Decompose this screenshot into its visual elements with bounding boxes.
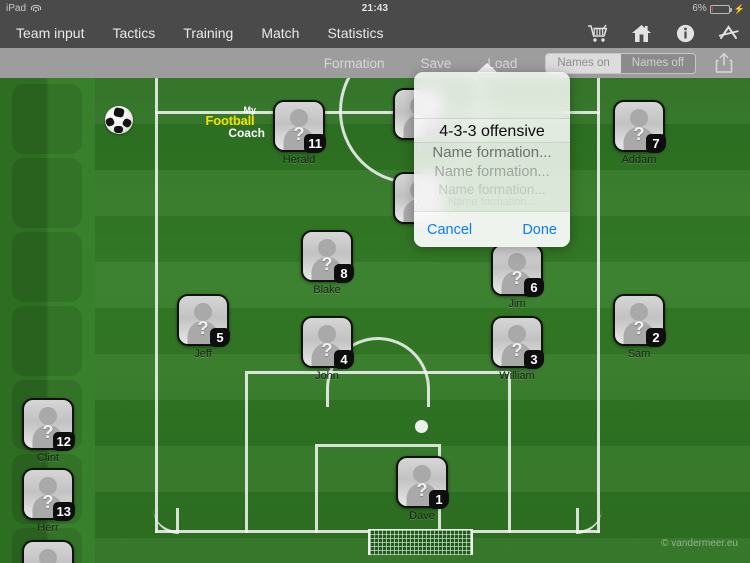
player-card[interactable]: ? 13 <box>22 468 75 521</box>
player-card[interactable]: ? 4 <box>301 316 354 369</box>
player-number-badge: 1 <box>429 490 449 509</box>
bench-player-herr[interactable]: ? 13 Herr <box>22 468 75 534</box>
player-card[interactable]: ? <box>22 540 74 563</box>
player-card[interactable]: ? 11 <box>273 100 326 153</box>
player-card[interactable]: ? 6 <box>491 244 544 297</box>
battery-icon <box>709 4 732 14</box>
player-name-label: William <box>499 370 535 382</box>
save-button[interactable]: Save <box>403 56 470 71</box>
picker-row-selected[interactable]: 4-3-3 offensive <box>414 118 570 143</box>
status-bar-clock: 21:43 <box>361 3 389 14</box>
pitch-line-right <box>597 78 600 533</box>
status-bar: iPad 21:43 6% ⚡ <box>0 0 750 18</box>
player-number-badge: 5 <box>210 328 230 347</box>
bench-empty-slot-3[interactable] <box>12 232 82 302</box>
names-toggle-segmented-control[interactable]: Names on Names off <box>545 52 696 74</box>
bench-player-partial[interactable]: ? <box>22 540 74 563</box>
menu-item-tactics[interactable]: Tactics <box>98 25 169 41</box>
main-menu-bar: Team input Tactics Training Match Statis… <box>0 18 750 48</box>
cancel-button[interactable]: Cancel <box>427 222 472 238</box>
bench-empty-slot-2[interactable] <box>12 158 82 228</box>
menu-item-statistics[interactable]: Statistics <box>313 25 397 41</box>
formation-button[interactable]: Formation <box>306 56 403 71</box>
pitch-player-jeff[interactable]: ? 5 Jeff <box>177 294 230 360</box>
bench-sidebar[interactable]: ?12Clint?13Herr? <box>0 78 95 563</box>
pitch-player-herald[interactable]: ? 11 Herald <box>273 100 326 166</box>
picker-row-1[interactable]: Name formation... <box>414 143 570 163</box>
formation-picker-wheel[interactable]: 4-3-3 offensive Name formation... Name f… <box>414 118 570 207</box>
pitch-player-john[interactable]: ? 4 John <box>301 316 354 382</box>
tactics-toolbar: Formation Save Load Names on Names off <box>0 48 750 78</box>
pitch-player-addam[interactable]: ? 7 Addam <box>613 100 666 166</box>
player-card[interactable]: ? 5 <box>177 294 230 347</box>
player-name-label: Jeff <box>194 348 212 360</box>
player-name-label: John <box>315 370 339 382</box>
soccer-ball-icon <box>105 106 133 134</box>
menu-icon-group <box>586 22 740 44</box>
bench-player-clint[interactable]: ? 12 Clint <box>22 398 75 464</box>
battery-percent-label: 6% <box>692 3 707 14</box>
player-number-badge: 4 <box>334 350 354 369</box>
logo-line-coach: Coach <box>228 126 265 140</box>
player-number-badge: 12 <box>52 432 75 451</box>
app-store-icon[interactable] <box>718 22 740 44</box>
player-avatar-icon: ? <box>24 542 72 563</box>
bench-empty-slot-1[interactable] <box>12 84 82 154</box>
status-bar-right: 6% ⚡ <box>692 0 745 18</box>
menu-item-training[interactable]: Training <box>169 25 247 41</box>
picker-row-2[interactable]: Name formation... <box>414 163 570 182</box>
pitch-player-sam[interactable]: ? 2 Sam <box>613 294 666 360</box>
menu-item-match[interactable]: Match <box>247 25 313 41</box>
player-name-label: Clint <box>36 452 59 464</box>
player-number-badge: 6 <box>524 278 544 297</box>
player-name-label: Dave <box>409 510 435 522</box>
player-card[interactable]: ? 1 <box>396 456 449 509</box>
pitch-player-jim[interactable]: ? 6 Jim <box>491 244 544 310</box>
copyright-label: © vandermeer.eu <box>661 538 738 549</box>
lightning-bolt-icon: ⚡ <box>733 4 745 14</box>
player-card[interactable]: ? 3 <box>491 316 544 369</box>
bench-empty-slot-4[interactable] <box>12 306 82 376</box>
player-number-badge: 2 <box>646 328 666 347</box>
app-logo: My Football Coach <box>195 106 265 140</box>
player-name-label: Sam <box>627 348 651 360</box>
player-name-label: Herald <box>282 154 316 166</box>
popover-footer: Cancel Done <box>414 211 570 247</box>
player-name-label: Jim <box>508 298 526 310</box>
player-number-badge: 11 <box>304 134 326 153</box>
pitch-player-william[interactable]: ? 3 William <box>491 316 544 382</box>
menu-item-team-input[interactable]: Team input <box>0 25 98 41</box>
player-name-label: Addam <box>621 154 657 166</box>
goal-net <box>368 529 473 555</box>
player-number-badge: 7 <box>646 134 666 153</box>
done-button[interactable]: Done <box>522 222 557 238</box>
segment-names-off[interactable]: Names off <box>620 53 695 73</box>
picker-row-3[interactable]: Name formation... <box>414 182 570 197</box>
player-card[interactable]: ? 2 <box>613 294 666 347</box>
formation-picker-popover[interactable]: 4-3-3 offensive Name formation... Name f… <box>414 63 570 247</box>
pitch-player-dave[interactable]: ? 1 Dave <box>396 456 449 522</box>
segment-names-on[interactable]: Names on <box>546 53 621 73</box>
player-name-label: Herr <box>37 522 59 534</box>
player-number-badge: 3 <box>524 350 544 369</box>
shopping-cart-icon[interactable] <box>586 22 608 44</box>
home-icon[interactable] <box>630 22 652 44</box>
pitch-line-left <box>155 78 158 533</box>
player-card[interactable]: ? 7 <box>613 100 666 153</box>
player-card[interactable]: ? 12 <box>22 398 75 451</box>
info-icon[interactable] <box>674 22 696 44</box>
pitch-player-blake[interactable]: ? 8 Blake <box>301 230 354 296</box>
player-card[interactable]: ? 8 <box>301 230 354 283</box>
player-number-badge: 13 <box>52 502 75 521</box>
share-icon[interactable] <box>714 52 734 74</box>
popover-body: 4-3-3 offensive Name formation... Name f… <box>414 72 570 247</box>
picker-row-4[interactable]: Name formation... <box>414 197 570 207</box>
player-number-badge: 8 <box>334 264 354 283</box>
pitch-penalty-spot <box>415 420 428 433</box>
player-name-label: Blake <box>313 284 341 296</box>
